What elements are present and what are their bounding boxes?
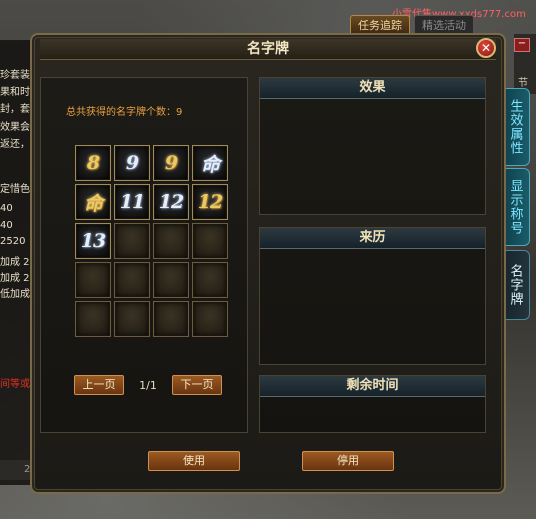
name-plate-glyph: 9 bbox=[125, 152, 139, 174]
name-plate-slot[interactable]: 命 bbox=[192, 145, 228, 181]
empty-slot[interactable] bbox=[153, 262, 189, 298]
time-left-header: 剩余时间 bbox=[260, 376, 485, 397]
name-plate-glyph: 命 bbox=[83, 192, 103, 215]
name-plate-glyph: 8 bbox=[86, 152, 100, 174]
background-text: 40 bbox=[0, 220, 13, 231]
time-left-section: 剩余时间 bbox=[259, 375, 486, 433]
name-plate-glyph: 12 bbox=[158, 191, 184, 213]
name-plate-slot[interactable]: 命 bbox=[75, 184, 111, 220]
page-indicator: 1/1 bbox=[139, 378, 157, 392]
close-icon[interactable]: ✕ bbox=[476, 38, 496, 58]
name-plate-glyph: 9 bbox=[164, 152, 178, 174]
empty-slot[interactable] bbox=[192, 301, 228, 337]
name-plate-glyph: 命 bbox=[200, 153, 220, 176]
name-plate-glyph: 11 bbox=[119, 191, 145, 213]
name-plate-slot[interactable]: 9 bbox=[114, 145, 150, 181]
total-count-text: 总共获得的名字牌个数：9 bbox=[66, 107, 183, 118]
empty-slot[interactable] bbox=[114, 262, 150, 298]
name-plate-slot[interactable]: 8 bbox=[75, 145, 111, 181]
source-header: 来历 bbox=[260, 228, 485, 249]
source-section: 来历 bbox=[259, 227, 486, 365]
name-plate-glyph: 13 bbox=[80, 230, 106, 252]
name-plate-slot[interactable]: 11 bbox=[114, 184, 150, 220]
window-title: 名字牌 bbox=[40, 39, 496, 60]
background-text: 2520 bbox=[0, 236, 26, 247]
background-strip-label: 节 bbox=[518, 78, 528, 89]
empty-slot[interactable] bbox=[75, 262, 111, 298]
name-plate-grid: 8 9 9 命 命 11 12 12 13 bbox=[75, 145, 228, 337]
empty-slot[interactable] bbox=[75, 301, 111, 337]
effect-section: 效果 bbox=[259, 77, 486, 215]
background-text: 果和时 bbox=[0, 87, 30, 98]
pagination: 上一页 1/1 下一页 bbox=[74, 375, 222, 395]
effect-header: 效果 bbox=[260, 78, 485, 99]
empty-slot[interactable] bbox=[114, 223, 150, 259]
name-plate-slot[interactable]: 9 bbox=[153, 145, 189, 181]
stop-using-button[interactable]: 停用 bbox=[302, 451, 394, 471]
empty-slot[interactable] bbox=[114, 301, 150, 337]
name-plate-window: 名字牌 ✕ 总共获得的名字牌个数：9 8 9 9 命 命 11 12 12 13… bbox=[30, 33, 506, 494]
name-plate-glyph: 12 bbox=[197, 191, 223, 213]
minimize-icon[interactable]: − bbox=[514, 38, 530, 52]
next-page-button[interactable]: 下一页 bbox=[172, 375, 222, 395]
empty-slot[interactable] bbox=[153, 301, 189, 337]
empty-slot[interactable] bbox=[153, 223, 189, 259]
empty-slot[interactable] bbox=[192, 223, 228, 259]
background-text: 40 bbox=[0, 203, 13, 214]
use-button[interactable]: 使用 bbox=[148, 451, 240, 471]
name-plate-slot[interactable]: 13 bbox=[75, 223, 111, 259]
prev-page-button[interactable]: 上一页 bbox=[74, 375, 124, 395]
name-plate-slot[interactable]: 12 bbox=[192, 184, 228, 220]
name-plate-slot[interactable]: 12 bbox=[153, 184, 189, 220]
empty-slot[interactable] bbox=[192, 262, 228, 298]
